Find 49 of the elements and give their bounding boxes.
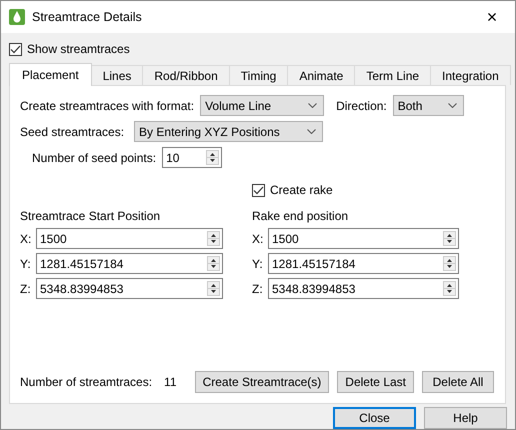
tab[interactable]: Timing	[228, 65, 288, 85]
dialog-button[interactable]: Help	[424, 407, 507, 429]
app-icon	[9, 9, 25, 25]
field-label: X:	[252, 230, 264, 248]
spin-field[interactable]: 10	[162, 147, 222, 168]
field-label: Z:	[252, 280, 264, 298]
action-button[interactable]: Delete All	[422, 371, 494, 393]
spin-field[interactable]: 5348.83994853	[268, 278, 459, 299]
chevron-down-icon	[307, 129, 316, 134]
field-label: Z:	[20, 280, 32, 298]
checkbox[interactable]	[252, 184, 265, 196]
spinner-arrows-icon[interactable]	[206, 150, 220, 165]
window-title: Streamtrace Details	[32, 8, 142, 26]
action-button[interactable]: Create Streamtrace(s)	[194, 371, 330, 393]
field-label: Seed streamtraces:	[20, 124, 124, 140]
checkbox-label[interactable]: Create rake	[270, 181, 333, 199]
checkbox[interactable]	[9, 42, 22, 56]
spin-field[interactable]: 1500	[36, 228, 223, 249]
field-label: Y:	[20, 256, 32, 272]
spinner-arrows-icon[interactable]	[207, 231, 220, 246]
field-label: X:	[20, 230, 32, 248]
count-label: Number of streamtraces:	[20, 374, 152, 391]
spin-field[interactable]: 1281.45157184	[36, 253, 223, 274]
group-title: Streamtrace Start Position	[20, 208, 162, 225]
spinner-arrows-icon[interactable]	[207, 281, 220, 296]
spinner-arrows-icon[interactable]	[443, 256, 456, 271]
tab[interactable]: Placement	[9, 63, 92, 86]
field-label: Direction:	[336, 98, 387, 114]
checkbox-label[interactable]: Show streamtraces	[27, 40, 130, 58]
action-button[interactable]: Delete Last	[337, 371, 414, 393]
group-title: Rake end position	[252, 208, 350, 225]
spin-field[interactable]: 1281.45157184	[268, 253, 459, 274]
tab[interactable]: Integration	[430, 65, 511, 85]
close-button[interactable]: ×	[469, 1, 515, 33]
spin-field[interactable]: 5348.83994853	[36, 278, 223, 299]
field-label: Number of seed points:	[32, 150, 156, 166]
count-value: 11	[164, 374, 177, 391]
chevron-down-icon	[308, 103, 318, 108]
spin-field[interactable]: 1500	[268, 228, 459, 249]
field-label: Create streamtraces with format:	[20, 98, 194, 114]
field-label: Y:	[252, 256, 264, 272]
spinner-arrows-icon[interactable]	[443, 231, 456, 246]
dropdown[interactable]: Both	[392, 95, 464, 116]
dropdown[interactable]: Volume Line	[200, 95, 324, 116]
dialog-button[interactable]: Close	[333, 407, 416, 429]
chevron-down-icon	[448, 103, 457, 108]
dropdown[interactable]: By Entering XYZ Positions	[134, 121, 324, 142]
spinner-arrows-icon[interactable]	[443, 281, 456, 296]
spinner-arrows-icon[interactable]	[207, 256, 220, 271]
